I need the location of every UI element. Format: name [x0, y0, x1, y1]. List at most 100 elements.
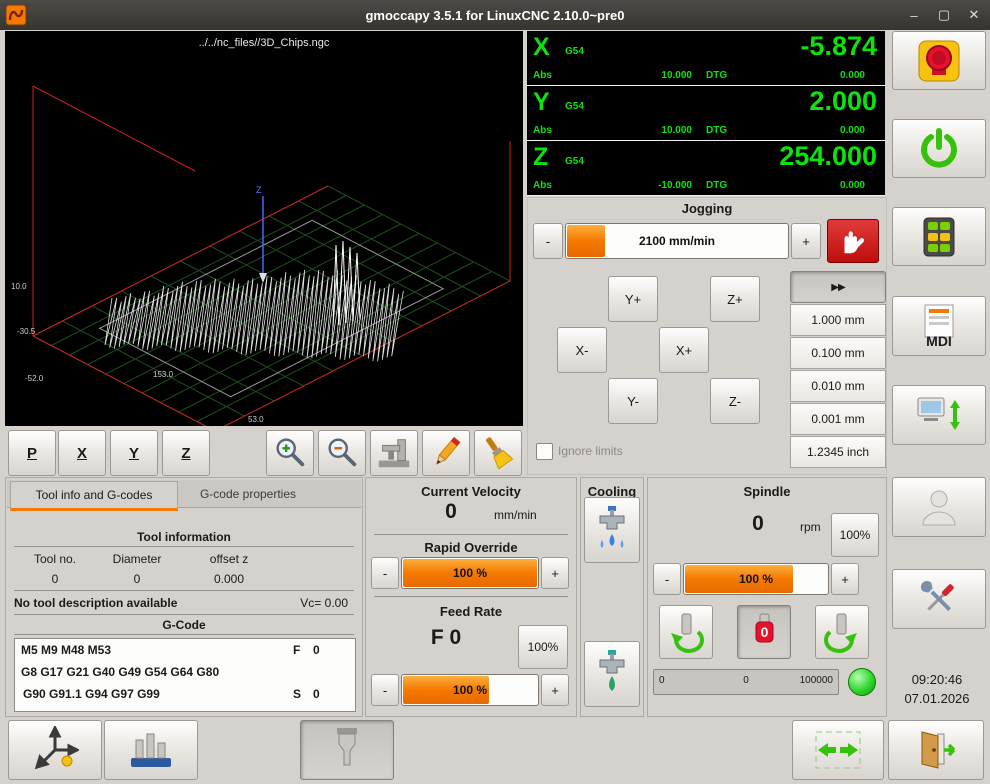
jog-speed-slider[interactable]: 2100 mm/min [565, 223, 789, 259]
axis-letter: X [533, 33, 550, 62]
active-gcodes-box: M5 M9 M48 M53 G8 G17 G21 G40 G49 G54 G64… [14, 638, 356, 712]
f-value: 0 [313, 643, 320, 657]
vc-value: Vc= 0.00 [300, 596, 348, 610]
jog-increment-2-button[interactable]: 0.100 mm [790, 337, 886, 369]
feed-override-increase-button[interactable]: + [541, 674, 569, 706]
val-diameter: 0 [102, 572, 172, 586]
jog-y-minus-button[interactable]: Y- [608, 378, 658, 424]
spindle-override-decrease-button[interactable]: - [653, 563, 681, 595]
jog-hand-button[interactable] [827, 219, 879, 263]
feed-override-slider[interactable]: 100 % [401, 674, 539, 706]
dro-axis-z[interactable]: Z G54 254.000 Abs-10.000 DTG0.000 [527, 141, 885, 196]
tool-change-button[interactable] [300, 720, 394, 780]
jog-increment-1-button[interactable]: 1.000 mm [790, 304, 886, 336]
tick-label: 153.0 [153, 370, 174, 379]
clear-plot-button[interactable] [474, 430, 522, 476]
power-icon [917, 127, 961, 171]
tool-holder-icon [325, 726, 369, 774]
mdi-label: MDI [926, 333, 952, 349]
spindle-left-button[interactable] [659, 605, 713, 659]
coord-system: G54 [565, 156, 584, 167]
jog-z-plus-button[interactable]: Z+ [710, 276, 760, 322]
zoom-out-button[interactable] [318, 430, 366, 476]
spindle-override-increase-button[interactable]: + [831, 563, 859, 595]
col-offset-z: offset z [194, 552, 264, 566]
jog-y-plus-button[interactable]: Y+ [608, 276, 658, 322]
spindle-stop-button[interactable]: 0 [737, 605, 791, 659]
tool-measure-button[interactable] [104, 720, 198, 780]
cooling-mist-button[interactable] [584, 497, 640, 563]
jog-increment-4-button[interactable]: 0.001 mm [790, 403, 886, 435]
rapid-override-title: Rapid Override [366, 540, 576, 555]
spindle-right-button[interactable] [815, 605, 869, 659]
rapid-override-increase-button[interactable]: + [541, 557, 569, 589]
current-velocity-unit: mm/min [494, 508, 537, 522]
gcode-preview[interactable]: Z 10.0 -30.5 -52.0 153.0 53.0 ../../nc_f… [5, 31, 523, 426]
jog-increment-continuous-button[interactable]: ▶▶ [790, 271, 886, 303]
clock-time: 09:20:46 [888, 672, 986, 687]
col-tool-no: Tool no. [20, 552, 90, 566]
machine-on-button[interactable] [892, 119, 986, 178]
manual-mode-button[interactable] [892, 207, 986, 266]
ignore-limits-label: Ignore limits [558, 444, 623, 458]
spindle-override-slider[interactable]: 100 % [683, 563, 829, 595]
dtg-value: 0.000 [840, 125, 865, 136]
ignore-limits-checkbox[interactable] [536, 443, 553, 460]
jog-x-plus-button[interactable]: X+ [659, 327, 709, 373]
dro-axis-x[interactable]: X G54 -5.874 Abs10.000 DTG0.000 [527, 31, 885, 86]
axes-touchoff-icon [31, 726, 79, 774]
dtg-label: DTG [706, 70, 727, 81]
view-x-button[interactable]: X [58, 430, 106, 476]
auto-mode-button[interactable] [892, 385, 986, 445]
tab-tool-info[interactable]: Tool info and G-codes [10, 481, 178, 511]
val-tool-no: 0 [20, 572, 90, 586]
s-value: 0 [313, 687, 320, 701]
tab-gcode-properties[interactable]: G-code properties [178, 481, 318, 507]
dro-axis-y[interactable]: Y G54 2.000 Abs10.000 DTG0.000 [527, 86, 885, 141]
rapid-override-decrease-button[interactable]: - [371, 557, 399, 589]
mdi-mode-button[interactable]: MDI [892, 296, 986, 356]
view-p-button[interactable]: P [8, 430, 56, 476]
estop-button[interactable] [892, 31, 986, 90]
maximize-button[interactable]: ▢ [936, 7, 952, 23]
spindle-override-reset-button[interactable]: 100% [831, 513, 879, 557]
spindle-bar-max: 100000 [800, 675, 833, 686]
tick-label: -30.5 [17, 327, 36, 336]
exit-button[interactable] [888, 720, 984, 780]
abs-label: Abs [533, 180, 552, 191]
minimize-button[interactable]: – [906, 8, 922, 23]
spindle-at-speed-led [848, 668, 876, 696]
jog-speed-value: 2100 mm/min [566, 224, 788, 258]
machine-view-button[interactable] [370, 430, 418, 476]
axis-letter: Y [533, 88, 550, 117]
jog-z-minus-button[interactable]: Z- [710, 378, 760, 424]
jog-x-minus-button[interactable]: X- [557, 327, 607, 373]
fullscreen-button[interactable] [792, 720, 884, 780]
tool-info-panel: Tool info and G-codes G-code properties … [5, 477, 363, 717]
close-button[interactable]: ✕ [966, 7, 982, 23]
user-settings-button[interactable] [892, 477, 986, 537]
view-z-button[interactable]: Z [162, 430, 210, 476]
jog-speed-increase-button[interactable]: + [791, 223, 821, 259]
feed-override-reset-button[interactable]: 100% [518, 625, 568, 669]
spindle-ccw-icon [664, 610, 708, 654]
feed-override-decrease-button[interactable]: - [371, 674, 399, 706]
abs-value: 10.000 [661, 125, 692, 136]
jog-increment-5-button[interactable]: 1.2345 inch [790, 436, 886, 468]
jog-speed-decrease-button[interactable]: - [533, 223, 563, 259]
f-label: F [293, 643, 300, 657]
view-y-button[interactable]: Y [110, 430, 158, 476]
dtg-value: 0.000 [840, 70, 865, 81]
edit-button[interactable] [422, 430, 470, 476]
jog-increment-3-button[interactable]: 0.010 mm [790, 370, 886, 402]
cooling-flood-button[interactable] [584, 641, 640, 707]
spindle-title: Spindle [648, 484, 886, 499]
abs-label: Abs [533, 125, 552, 136]
rapid-override-slider[interactable]: 100 % [401, 557, 539, 589]
settings-button[interactable] [892, 569, 986, 629]
gcode-header: G-Code [6, 618, 362, 632]
touch-off-button[interactable] [8, 720, 102, 780]
spindle-rpm-value: 0 [728, 512, 788, 536]
spindle-stop-icon: 0 [742, 610, 786, 654]
zoom-in-button[interactable] [266, 430, 314, 476]
